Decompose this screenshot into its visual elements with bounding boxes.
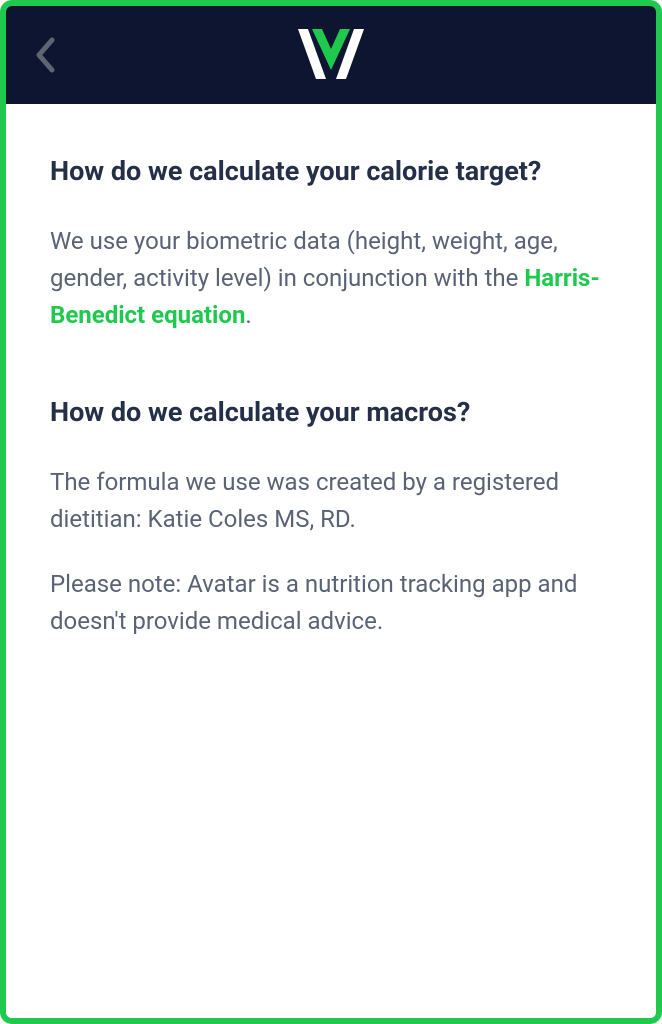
calorie-heading: How do we calculate your calorie target?	[50, 154, 612, 189]
avatar-logo-icon	[290, 24, 372, 86]
app-frame: How do we calculate your calorie target?…	[0, 0, 662, 1024]
macros-body-text-2: Please note: Avatar is a nutrition track…	[50, 566, 612, 640]
calorie-body-prefix: We use your biometric data (height, weig…	[50, 227, 558, 292]
macros-heading: How do we calculate your macros?	[50, 395, 612, 430]
calorie-body-text: We use your biometric data (height, weig…	[50, 223, 612, 335]
calorie-body-suffix: .	[245, 301, 251, 329]
logo-container	[290, 24, 372, 86]
back-button[interactable]	[26, 29, 64, 81]
chevron-left-icon	[34, 37, 56, 73]
macros-body-text-1: The formula we use was created by a regi…	[50, 464, 612, 538]
header-bar	[6, 6, 656, 104]
content-area: How do we calculate your calorie target?…	[6, 104, 656, 1018]
